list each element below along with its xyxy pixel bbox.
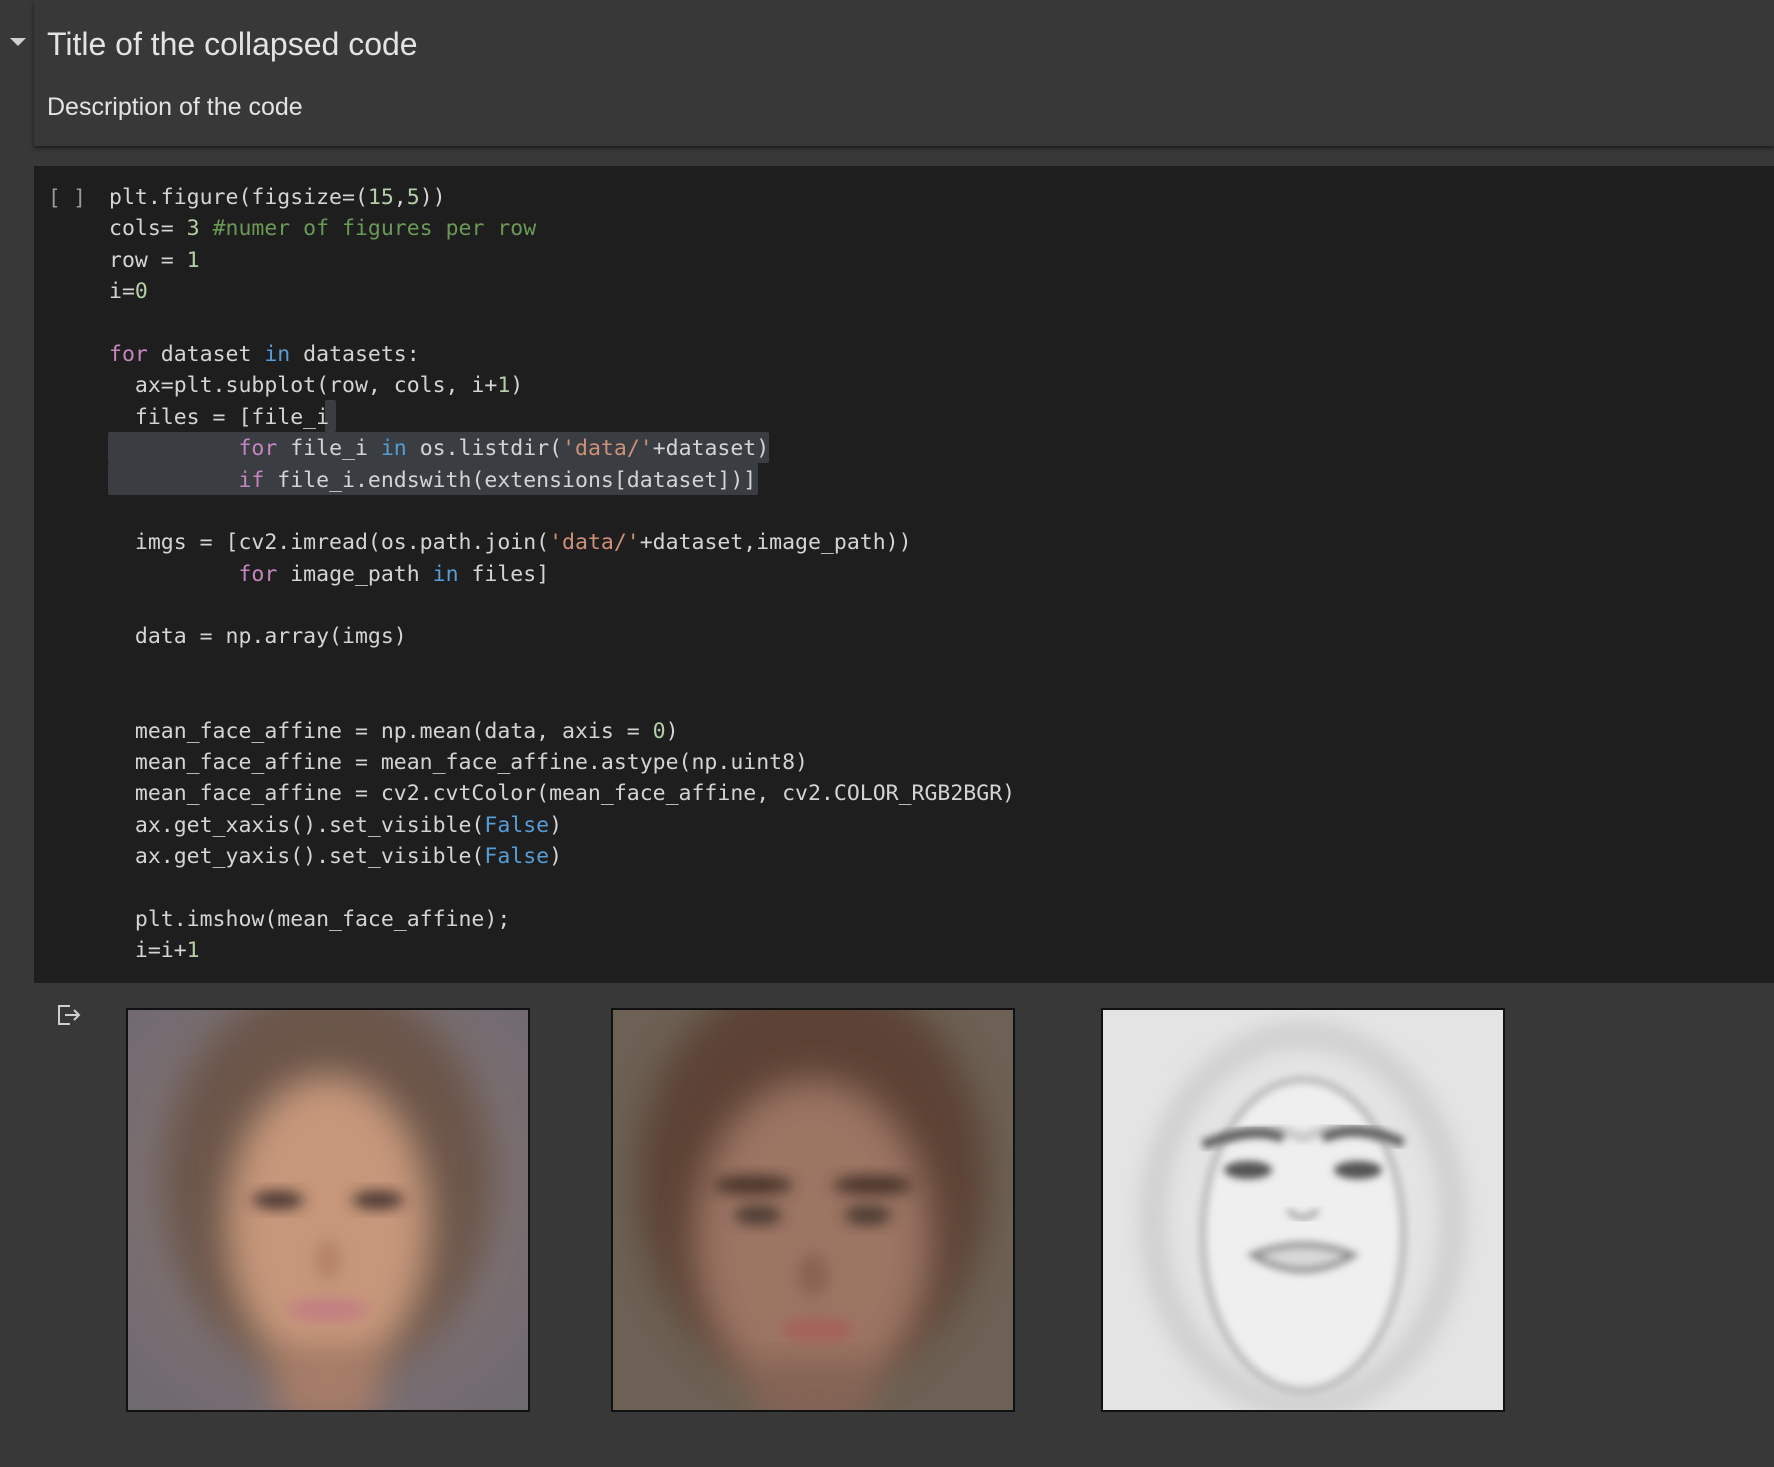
code-line: files = [file_i	[109, 404, 330, 430]
text-cell[interactable]	[34, 0, 1774, 146]
code-line: for image_path in files]	[238, 561, 550, 587]
code-line: for file_i in os.listdir('data/'+dataset…	[238, 436, 770, 462]
code-line: mean_face_affine = cv2.cvtColor(mean_fac…	[109, 781, 1016, 807]
mean-face-image-3	[1101, 1008, 1505, 1412]
code-line: ax=plt.subplot(row, cols, i+1)	[109, 373, 524, 399]
collapse-toggle[interactable]	[6, 30, 30, 54]
code-line: data = np.array(imgs)	[109, 624, 407, 650]
output-redirect-icon[interactable]	[55, 1001, 83, 1029]
section-description: Description of the code	[47, 93, 303, 121]
run-cell-button[interactable]: [ ]	[48, 186, 86, 210]
code-line: imgs = [cv2.imread(os.path.join('data/'+…	[109, 530, 912, 556]
code-line: i=i+1	[109, 938, 200, 964]
code-line: mean_face_affine = np.mean(data, axis = …	[109, 718, 679, 744]
code-line: plt.imshow(mean_face_affine);	[109, 906, 511, 932]
code-line: i=0	[109, 279, 148, 305]
code-line: for dataset in datasets:	[109, 341, 420, 367]
code-line: plt.figure(figsize=(15,5))	[109, 185, 446, 210]
mean-face-image-1	[126, 1008, 530, 1412]
code-line: if file_i.endswith(extensions[dataset])]	[238, 467, 757, 493]
mean-face-image-2	[611, 1008, 1015, 1412]
code-line: row = 1	[109, 247, 200, 273]
section-title: Title of the collapsed code	[47, 26, 418, 62]
caret-down-icon	[10, 38, 26, 46]
code-line: mean_face_affine = mean_face_affine.asty…	[109, 750, 808, 776]
code-line: ax.get_xaxis().set_visible(False)	[109, 812, 563, 838]
code-line: ax.get_yaxis().set_visible(False)	[109, 844, 563, 870]
code-editor[interactable]: plt.figure(figsize=(15,5)) cols= 3 #numer…	[109, 182, 1015, 967]
code-line: cols= 3 #numer of figures per row	[109, 216, 537, 242]
